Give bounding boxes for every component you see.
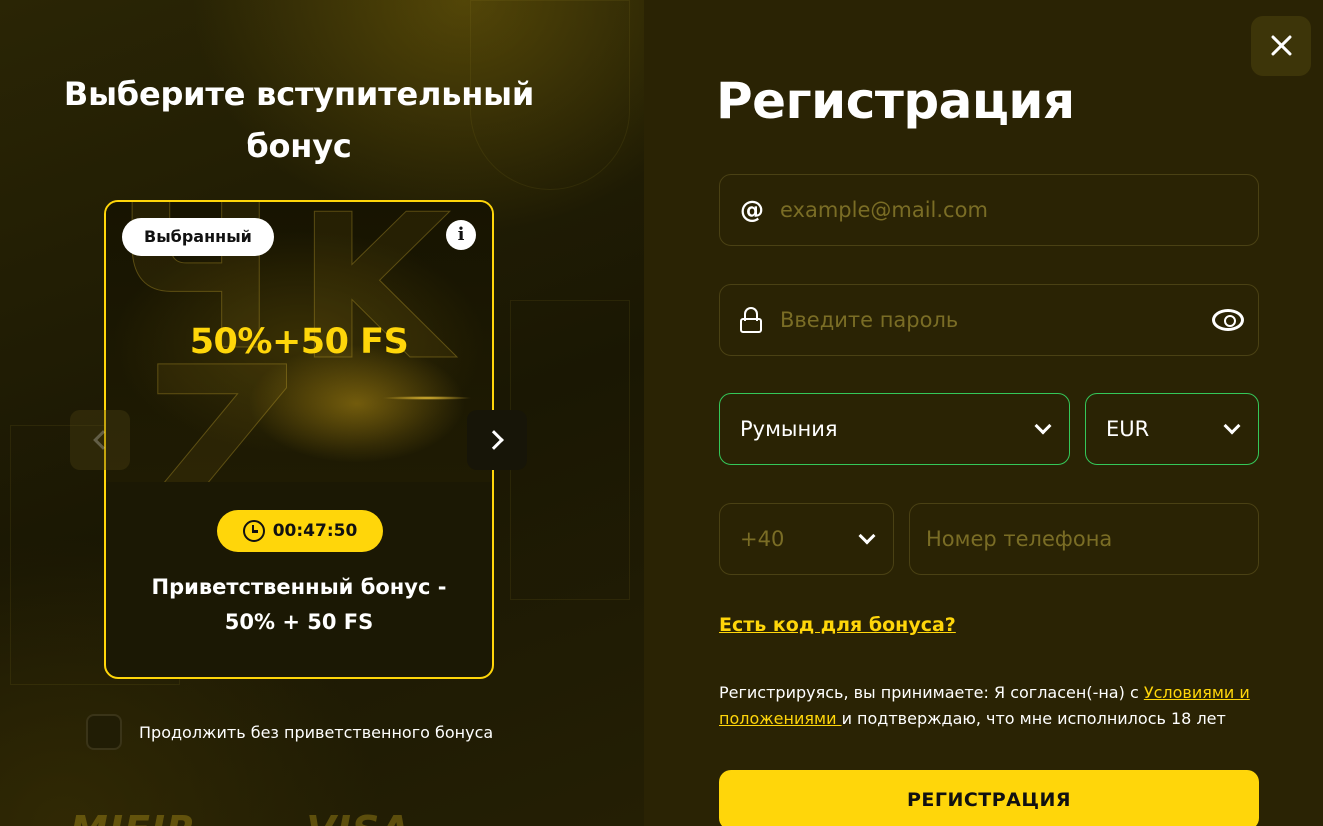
carousel-next-button[interactable] [467, 410, 527, 470]
bonus-panel-title: Выберите вступительный бонус [63, 75, 535, 165]
bonus-timer: 00:47:50 [217, 510, 383, 552]
light-flare [382, 396, 472, 400]
chevron-left-icon [93, 430, 113, 450]
chevron-down-icon [1034, 417, 1052, 435]
payment-logo: VISA [306, 808, 410, 826]
email-field[interactable]: @ [719, 174, 1259, 246]
phone-code-select[interactable]: +40 [719, 503, 894, 575]
timer-value: 00:47:50 [272, 521, 358, 541]
close-icon[interactable] [1251, 16, 1311, 76]
phone-field[interactable] [909, 503, 1259, 575]
selected-badge: Выбранный [122, 218, 274, 256]
chevron-down-icon [1223, 417, 1241, 435]
phone-input[interactable] [926, 527, 1258, 551]
terms-suffix: и подтверждаю, что мне исполнилось 18 ле… [841, 709, 1226, 728]
bonus-card-title: Приветственный бонус - 50% + 50 FS [151, 575, 447, 634]
registration-panel: Регистрация @ Румыния EUR +40 Есть код д… [644, 0, 1323, 826]
currency-select[interactable]: EUR [1085, 393, 1259, 465]
no-bonus-checkbox[interactable] [86, 714, 122, 750]
registration-title: Регистрация [716, 72, 1075, 130]
payment-logo: MIFIR [70, 808, 196, 826]
no-bonus-option[interactable]: Продолжить без приветственного бонуса [86, 714, 493, 750]
at-icon: @ [740, 196, 764, 224]
eye-icon[interactable] [1212, 309, 1244, 331]
country-value: Румыния [740, 417, 838, 441]
lock-icon [740, 305, 780, 335]
password-field[interactable] [719, 284, 1259, 356]
terms-text: Регистрируясь, вы принимаете: Я согласен… [719, 680, 1264, 732]
password-input[interactable] [780, 308, 1212, 332]
phone-code-value: +40 [740, 527, 785, 551]
bonus-card[interactable]: Ч K Z 50%+50 FS Выбранный i 00:47:50 При… [104, 200, 494, 679]
email-input[interactable] [780, 198, 1258, 222]
chevron-down-icon [858, 527, 876, 545]
background-decoration [510, 300, 630, 600]
chevron-right-icon [484, 430, 504, 450]
clock-icon [242, 520, 265, 542]
bonus-offer: 50%+50 FS [189, 322, 409, 362]
country-select[interactable]: Румыния [719, 393, 1070, 465]
promo-code-link[interactable]: Есть код для бонуса? [719, 614, 956, 636]
bonus-panel: Выберите вступительный бонус Ч K Z 50%+5… [0, 0, 644, 826]
carousel-prev-button[interactable] [70, 410, 130, 470]
no-bonus-label: Продолжить без приветственного бонуса [139, 722, 494, 742]
terms-prefix: Регистрируясь, вы принимаете: Я согласен… [719, 683, 1144, 702]
currency-value: EUR [1106, 417, 1150, 441]
info-icon[interactable]: i [446, 220, 476, 250]
register-button[interactable]: РЕГИСТРАЦИЯ [719, 770, 1259, 826]
background-glyph: K [296, 202, 452, 406]
payment-logos: MIFIR VISA [70, 808, 411, 826]
